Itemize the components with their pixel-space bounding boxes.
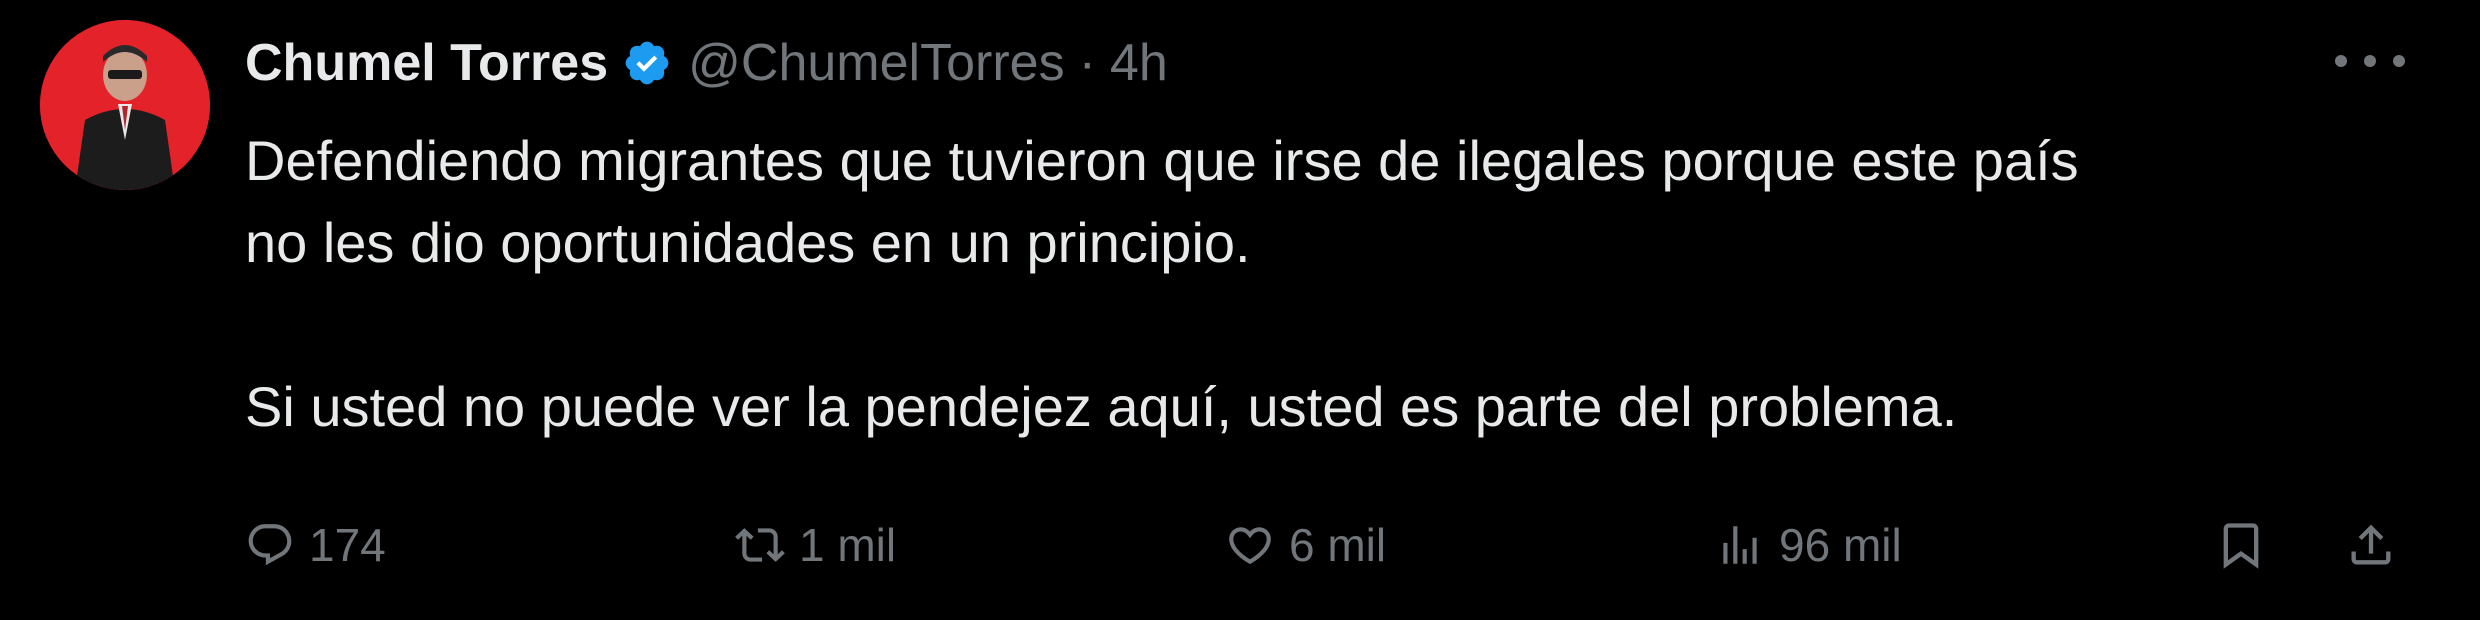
tweet-line: Defendiendo migrantes que tuvieron que i…	[245, 129, 2079, 192]
tweet-line: no les dio oportunidades en un principio…	[245, 211, 1251, 274]
like-button[interactable]: 6 mil	[1225, 510, 1386, 580]
retweet-count: 1 mil	[799, 519, 897, 571]
more-icon[interactable]	[2335, 36, 2405, 86]
bookmark-button[interactable]	[2215, 510, 2267, 580]
views-button[interactable]: 96 mil	[1715, 510, 1902, 580]
more-dot	[2364, 55, 2376, 67]
share-icon	[2351, 524, 2391, 565]
reply-icon	[248, 524, 292, 566]
reply-button[interactable]: 174	[245, 510, 386, 580]
tweet-header: Chumel Torres @ChumelTorres · 4h	[245, 28, 1168, 98]
retweet-icon	[735, 528, 785, 562]
share-button[interactable]	[2345, 510, 2397, 580]
retweet-button[interactable]: 1 mil	[735, 510, 896, 580]
views-count: 96 mil	[1779, 519, 1902, 571]
bookmark-icon	[2223, 523, 2259, 569]
tweet-text: Defendiendo migrantes que tuvieron que i…	[245, 120, 2395, 448]
tweet-line: Si usted no puede ver la pendejez aquí, …	[245, 375, 1958, 438]
action-bar: 174 1 mil 6 mil 96 mil	[245, 510, 2415, 580]
author-name[interactable]: Chumel Torres	[245, 33, 608, 93]
like-count: 6 mil	[1289, 519, 1387, 571]
heart-icon	[1229, 527, 1271, 565]
avatar[interactable]	[40, 20, 210, 190]
author-handle[interactable]: @ChumelTorres	[688, 33, 1064, 93]
avatar-image	[40, 20, 210, 190]
more-dot	[2393, 55, 2405, 67]
verified-badge-icon[interactable]	[622, 38, 672, 88]
separator-dot: ·	[1078, 34, 1096, 92]
views-icon	[1723, 526, 1757, 564]
timestamp[interactable]: 4h	[1110, 33, 1168, 93]
reply-count: 174	[309, 519, 386, 571]
more-dot	[2335, 55, 2347, 67]
